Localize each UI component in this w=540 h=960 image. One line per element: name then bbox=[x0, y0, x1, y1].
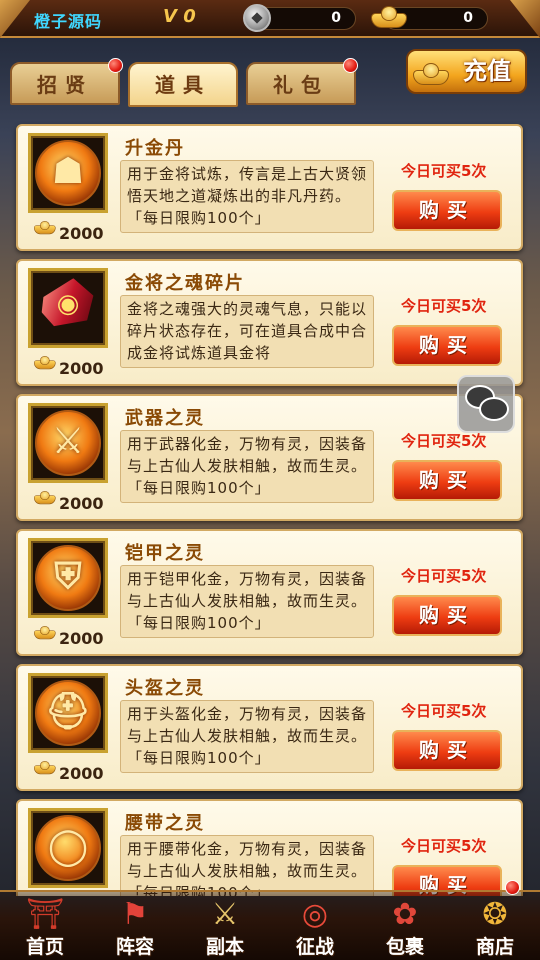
item-name: 腰带之灵 bbox=[125, 813, 205, 834]
nav-item-lineup[interactable]: ⚑ 阵容 bbox=[90, 892, 180, 960]
item-name: 升金丹 bbox=[125, 138, 185, 159]
daily-purchase-limit: 今日可买5次 bbox=[401, 297, 487, 315]
item-icon-frame[interactable]: ◉ bbox=[28, 268, 108, 348]
nav-label: 商店 bbox=[475, 936, 514, 958]
palace-icon: ⛩ bbox=[25, 897, 65, 932]
buy-button[interactable]: 购买 bbox=[392, 325, 502, 366]
item-name: 金将之魂碎片 bbox=[125, 273, 245, 294]
bag-icon: ✿ bbox=[392, 897, 418, 932]
buy-button[interactable]: 购买 bbox=[392, 730, 502, 771]
soul-shard-icon: ◉ bbox=[34, 274, 102, 337]
item-icon-frame[interactable]: ◯ bbox=[28, 808, 108, 888]
nav-label: 包裹 bbox=[385, 936, 424, 958]
daily-purchase-limit: 今日可买5次 bbox=[401, 162, 487, 180]
buy-button[interactable]: 购买 bbox=[392, 460, 502, 501]
item-card: ⛨ 2000 铠甲之灵 用于铠甲化金，万物有灵，因装备与上古仙人发肤相触，故而生… bbox=[16, 529, 523, 656]
coins-icon: ❂ bbox=[482, 897, 508, 932]
recharge-button[interactable]: 充值 bbox=[406, 49, 527, 94]
buy-button[interactable]: 购买 bbox=[392, 595, 502, 636]
buy-button[interactable]: 购买 bbox=[392, 190, 502, 231]
nav-item-battle[interactable]: ◎ 征战 bbox=[270, 892, 360, 960]
item-price: 2000 bbox=[59, 629, 104, 648]
item-description: 金将之魂强大的灵魂气息，只能以碎片状态存在，可在道具合成中合成金将试炼道具金将 bbox=[120, 295, 374, 368]
bottom-navigation: ⛩ 首页 ⚑ 阵容 ⚔ 副本 ◎ 征战 ✿ 包裹 ❂ 商店 bbox=[0, 890, 540, 960]
nav-item-bag[interactable]: ✿ 包裹 bbox=[360, 892, 450, 960]
gold-ingot-icon bbox=[34, 221, 56, 235]
gold-ingot-icon bbox=[34, 761, 56, 775]
helmet-spirit-icon: ⛑ bbox=[35, 680, 101, 746]
daily-purchase-limit: 今日可买5次 bbox=[401, 432, 487, 450]
item-price: 2000 bbox=[59, 359, 104, 378]
item-name: 铠甲之灵 bbox=[125, 543, 205, 564]
weapon-spirit-icon: ⚔ bbox=[35, 410, 101, 476]
coin-balance: 0 bbox=[256, 7, 356, 30]
tab-gifts[interactable]: 礼包 bbox=[246, 62, 356, 105]
gold-ingot-icon bbox=[34, 491, 56, 505]
tab-recruit[interactable]: 招贤 bbox=[10, 62, 120, 105]
item-icon-frame[interactable]: ☗ bbox=[28, 133, 108, 213]
nav-label: 征战 bbox=[295, 936, 334, 958]
nav-item-shop[interactable]: ❂ 商店 bbox=[450, 892, 540, 960]
swords-icon: ⚔ bbox=[211, 897, 239, 932]
tab-items[interactable]: 道具 bbox=[128, 62, 238, 107]
daily-purchase-limit: 今日可买5次 bbox=[401, 837, 487, 855]
item-card: ⚔ 2000 武器之灵 用于武器化金，万物有灵，因装备与上古仙人发肤相触，故而生… bbox=[16, 394, 523, 521]
recharge-label: 充值 bbox=[463, 57, 511, 85]
nav-label: 首页 bbox=[25, 936, 64, 958]
item-description: 用于腰带化金，万物有灵，因装备与上古仙人发肤相触，故而生灵。「每日限购100个」 bbox=[120, 835, 374, 896]
copper-coin-icon bbox=[243, 4, 271, 32]
corner-ornament-left bbox=[0, 0, 30, 38]
item-name: 武器之灵 bbox=[125, 408, 205, 429]
item-description: 用于铠甲化金，万物有灵，因装备与上古仙人发肤相触，故而生灵。「每日限购100个」 bbox=[120, 565, 374, 638]
nav-item-dungeon[interactable]: ⚔ 副本 bbox=[180, 892, 270, 960]
item-icon-frame[interactable]: ⚔ bbox=[28, 403, 108, 483]
game-name: 橙子源码 bbox=[34, 12, 103, 31]
gifts-notification-dot bbox=[343, 58, 358, 73]
gold-ingot-icon bbox=[34, 356, 56, 370]
item-card: ◉ 2000 金将之魂碎片 金将之魂强大的灵魂气息，只能以碎片状态存在，可在道具… bbox=[16, 259, 523, 386]
shop-notification-dot bbox=[505, 880, 520, 895]
corner-ornament-right bbox=[510, 0, 540, 38]
nav-label: 副本 bbox=[205, 936, 244, 958]
nav-item-home[interactable]: ⛩ 首页 bbox=[0, 892, 90, 960]
item-price: 2000 bbox=[59, 224, 104, 243]
item-name: 头盔之灵 bbox=[125, 678, 205, 699]
gold-ingot-icon bbox=[371, 6, 407, 28]
item-description: 用于金将试炼，传言是上古大贤领悟天地之道凝炼出的非凡丹药。「每日限购100个」 bbox=[120, 160, 374, 233]
gold-ingot-icon bbox=[34, 626, 56, 640]
item-description: 用于武器化金，万物有灵，因装备与上古仙人发肤相触，故而生灵。「每日限购100个」 bbox=[120, 430, 374, 503]
daily-purchase-limit: 今日可买5次 bbox=[401, 567, 487, 585]
belt-spirit-icon: ◯ bbox=[35, 815, 101, 881]
item-price: 2000 bbox=[59, 764, 104, 783]
item-description: 用于头盔化金，万物有灵，因装备与上古仙人发肤相触，故而生灵。「每日限购100个」 bbox=[120, 700, 374, 773]
chat-button[interactable] bbox=[457, 375, 515, 433]
daily-purchase-limit: 今日可买5次 bbox=[401, 702, 487, 720]
armor-spirit-icon: ⛨ bbox=[35, 545, 101, 611]
item-icon-frame[interactable]: ⛨ bbox=[28, 538, 108, 618]
top-status-bar: 橙子源码 V 0 0 0 bbox=[0, 0, 540, 38]
item-card: ☗ 2000 升金丹 用于金将试炼，传言是上古大贤领悟天地之道凝炼出的非凡丹药。… bbox=[16, 124, 523, 251]
item-price: 2000 bbox=[59, 494, 104, 513]
banner-icon: ⚑ bbox=[121, 897, 149, 932]
chat-bubble-icon bbox=[479, 397, 509, 421]
recruit-notification-dot bbox=[108, 58, 123, 73]
target-icon: ◎ bbox=[301, 897, 329, 932]
item-card: ◯ 腰带之灵 用于腰带化金，万物有灵，因装备与上古仙人发肤相触，故而生灵。「每日… bbox=[16, 799, 523, 896]
nav-label: 阵容 bbox=[115, 936, 154, 958]
vip-level[interactable]: V 0 bbox=[163, 6, 196, 27]
item-list[interactable]: ☗ 2000 升金丹 用于金将试炼，传言是上古大贤领悟天地之道凝炼出的非凡丹药。… bbox=[0, 116, 540, 896]
item-card: ⛑ 2000 头盔之灵 用于头盔化金，万物有灵，因装备与上古仙人发肤相触，故而生… bbox=[16, 664, 523, 791]
item-icon-frame[interactable]: ⛑ bbox=[28, 673, 108, 753]
gold-ingot-icon bbox=[413, 63, 449, 85]
elixir-icon: ☗ bbox=[35, 140, 101, 206]
